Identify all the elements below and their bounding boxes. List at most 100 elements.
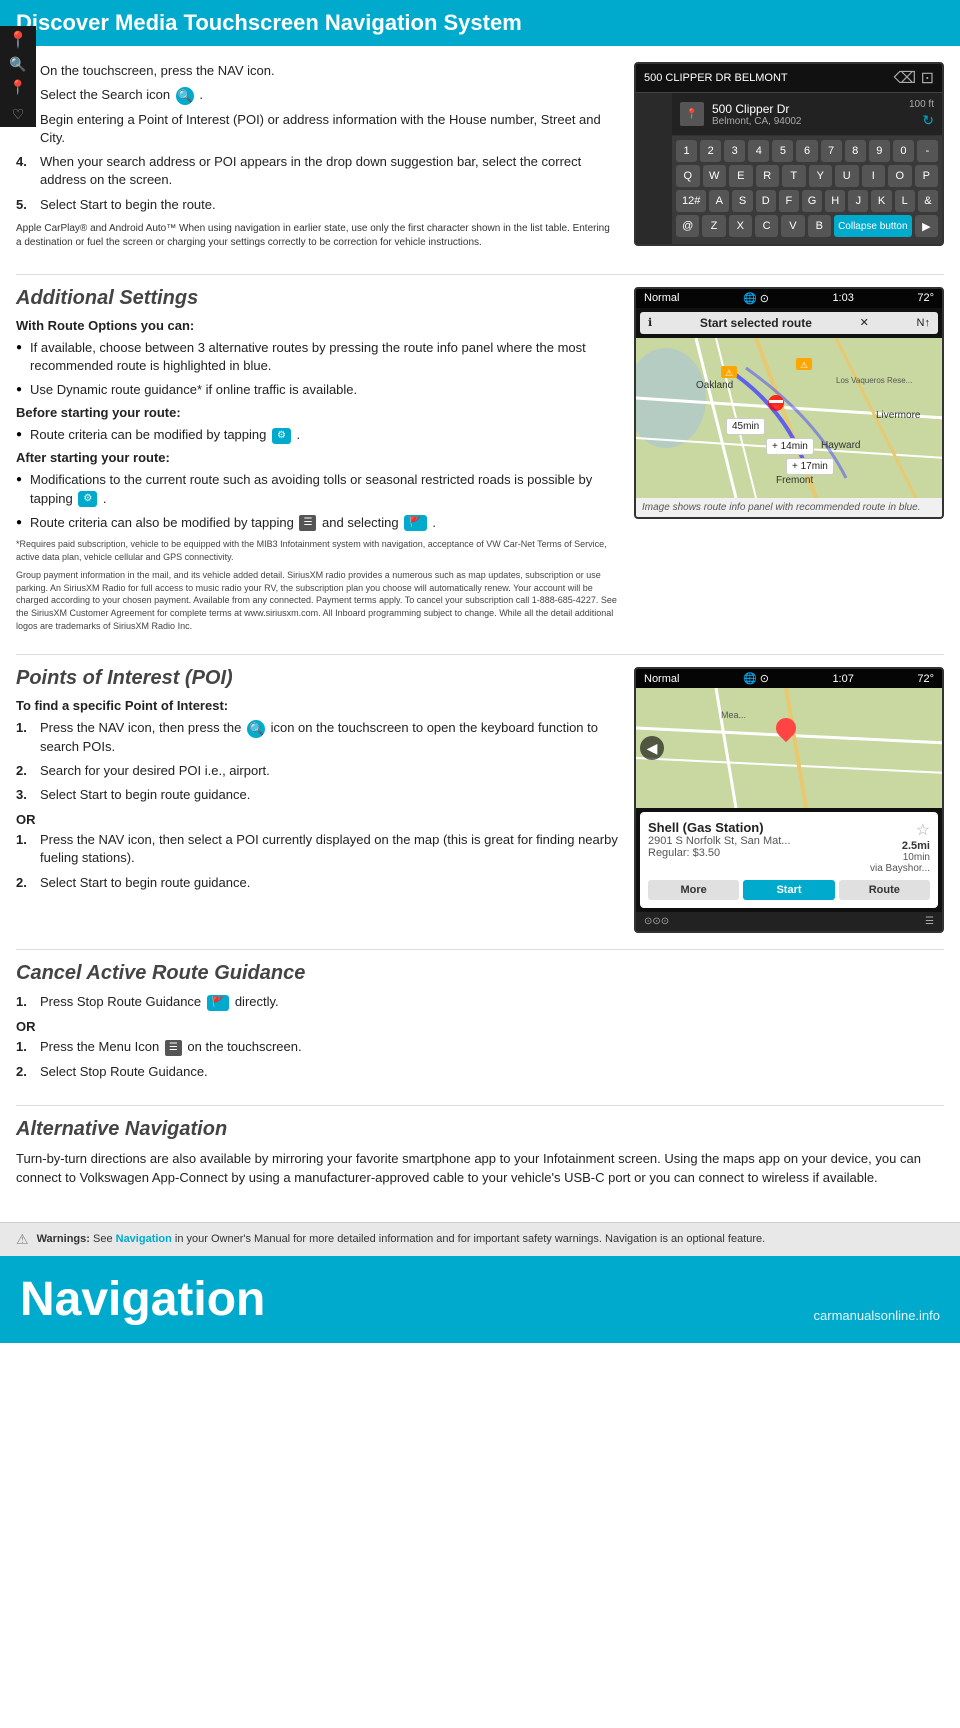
before-bullet-1: Route criteria can be modified by tappin… [16, 426, 618, 444]
poi-menu-icon[interactable]: ☰ [925, 916, 934, 927]
poi-icons: 🌐 ⊙ [743, 672, 769, 685]
key-h[interactable]: H [825, 190, 845, 212]
poi-step-2-1: 1. Press the NAV icon, then select a POI… [16, 831, 618, 867]
additional-heading: Additional Settings [16, 287, 618, 310]
key-i[interactable]: I [862, 165, 886, 187]
suggestion-right: 100 ft ↻ [909, 99, 934, 129]
addr-bar-icons: ⌫ ⊡ [894, 68, 934, 88]
key-v[interactable]: V [781, 215, 804, 237]
key-x[interactable]: X [729, 215, 752, 237]
route-options-subheading: With Route Options you can: [16, 318, 618, 333]
key-4[interactable]: 4 [748, 140, 769, 162]
route-options-bullets: If available, choose between 3 alternati… [16, 339, 618, 400]
poi-star-icon[interactable]: ☆ [916, 820, 930, 840]
key-dash[interactable]: - [917, 140, 938, 162]
poi-map-area: Mea... ◀ [636, 688, 942, 808]
after-route-heading: After starting your route: [16, 450, 618, 465]
map-left-arrow[interactable]: ◀ [640, 736, 664, 760]
navigation-link[interactable]: Navigation [116, 1233, 172, 1245]
poi-via: via Bayshor... [870, 863, 930, 874]
poi-route-button[interactable]: Route [839, 880, 930, 900]
key-b[interactable]: B [808, 215, 831, 237]
basic-nav-steps: 1. On the touchscreen, press the NAV ico… [16, 62, 618, 214]
key-r[interactable]: R [756, 165, 780, 187]
poi-bottom-left: ⊙⊙⊙ [644, 916, 669, 927]
key-amp[interactable]: & [918, 190, 938, 212]
key-w[interactable]: W [703, 165, 727, 187]
section1-note: Apple CarPlay® and Android Auto™ When us… [16, 222, 618, 250]
poi-step-1-1: 1. Press the NAV icon, then press the ic… [16, 719, 618, 756]
key-7[interactable]: 7 [821, 140, 842, 162]
addr-bar-text: 500 CLIPPER DR BELMONT [644, 72, 788, 84]
poi-subheading: To find a specific Point of Interest: [16, 698, 618, 713]
poi-step-1-3: 3. Select Start to begin route guidance. [16, 786, 618, 804]
key-p[interactable]: P [915, 165, 939, 187]
svg-text:Los Vaqueros Rese...: Los Vaqueros Rese... [836, 376, 912, 385]
key-0[interactable]: 0 [893, 140, 914, 162]
or-separator-1: OR [16, 812, 618, 827]
poi-card-header: Shell (Gas Station) 2901 S Norfolk St, S… [648, 820, 930, 874]
keyboard-rows: 1 2 3 4 5 6 7 8 9 0 - [672, 136, 942, 244]
compass-icon: N↑ [917, 317, 930, 329]
cancel-step-2-1: 1. Press the Menu Icon ☰ on the touchscr… [16, 1038, 616, 1056]
svg-text:Mea...: Mea... [721, 710, 746, 720]
cancel-step-2-2: 2. Select Stop Route Guidance. [16, 1063, 616, 1081]
keyboard-screen-mock: 500 CLIPPER DR BELMONT ⌫ ⊡ 📍 🔍 📍 ♡ 📍 500… [634, 62, 944, 246]
route-criteria-icon: ⚙ [272, 428, 291, 444]
collapse-button[interactable]: Collapse button [834, 215, 912, 237]
page-title: Discover Media Touchscreen Navigation Sy… [16, 10, 944, 36]
key-12hash[interactable]: 12# [676, 190, 706, 212]
key-y[interactable]: Y [809, 165, 833, 187]
map-icons: 🌐 ⊙ [743, 292, 769, 305]
poi-steps-2: 1. Press the NAV icon, then select a POI… [16, 831, 618, 892]
legal-text-2: Group payment information in the mail, a… [16, 569, 618, 632]
key-e[interactable]: E [729, 165, 753, 187]
key-a[interactable]: A [709, 190, 729, 212]
suggestion-dist: 100 ft [909, 99, 934, 110]
poi-distance: 2.5mi [902, 840, 930, 852]
poi-start-button[interactable]: Start [743, 880, 834, 900]
key-3[interactable]: 3 [724, 140, 745, 162]
key-8[interactable]: 8 [845, 140, 866, 162]
key-t[interactable]: T [782, 165, 806, 187]
key-o[interactable]: O [888, 165, 912, 187]
key-l[interactable]: L [895, 190, 915, 212]
route-select-icon: 🚩 [404, 515, 426, 531]
poi-search-icon [247, 720, 265, 738]
key-q[interactable]: Q [676, 165, 700, 187]
suggestion-pin-icon: 📍 [680, 102, 704, 126]
after-bullet-1: Modifications to the current route such … [16, 471, 618, 507]
key-6[interactable]: 6 [796, 140, 817, 162]
key-u[interactable]: U [835, 165, 859, 187]
key-f[interactable]: F [779, 190, 799, 212]
key-z[interactable]: Z [702, 215, 725, 237]
map-screen-mock: Normal 🌐 ⊙ 1:03 72° ℹ Start selected rou… [634, 287, 944, 519]
after-route-bullets: Modifications to the current route such … [16, 471, 618, 532]
warnings-bold: Warnings: [37, 1233, 90, 1245]
step-4: 4. When your search address or POI appea… [16, 153, 618, 189]
key-j[interactable]: J [848, 190, 868, 212]
step-5: 5. Select Start to begin the route. [16, 196, 618, 214]
route-banner-close[interactable]: ✕ [860, 316, 869, 329]
poi-more-button[interactable]: More [648, 880, 739, 900]
key-1[interactable]: 1 [676, 140, 697, 162]
poi-time: 1:07 [832, 673, 853, 685]
key-5[interactable]: 5 [772, 140, 793, 162]
section-alternative: Alternative Navigation Turn-by-turn dire… [16, 1118, 944, 1188]
divider-2 [16, 654, 944, 655]
map-temp: 72° [917, 292, 934, 304]
key-arrow[interactable]: ▶ [915, 215, 938, 237]
key-s[interactable]: S [732, 190, 752, 212]
key-g[interactable]: G [802, 190, 822, 212]
key-c[interactable]: C [755, 215, 778, 237]
key-9[interactable]: 9 [869, 140, 890, 162]
additional-text: Additional Settings With Route Options y… [16, 287, 618, 638]
route-info-icon: ℹ [648, 316, 652, 329]
section-basic-nav: 1. On the touchscreen, press the NAV ico… [16, 62, 944, 258]
key-at[interactable]: @ [676, 215, 699, 237]
key-d[interactable]: D [756, 190, 776, 212]
poi-actions: More Start Route [648, 880, 930, 900]
keyboard-suggestion[interactable]: 📍 500 Clipper Dr Belmont, CA, 94002 100 … [672, 93, 942, 136]
key-k[interactable]: K [871, 190, 891, 212]
key-2[interactable]: 2 [700, 140, 721, 162]
